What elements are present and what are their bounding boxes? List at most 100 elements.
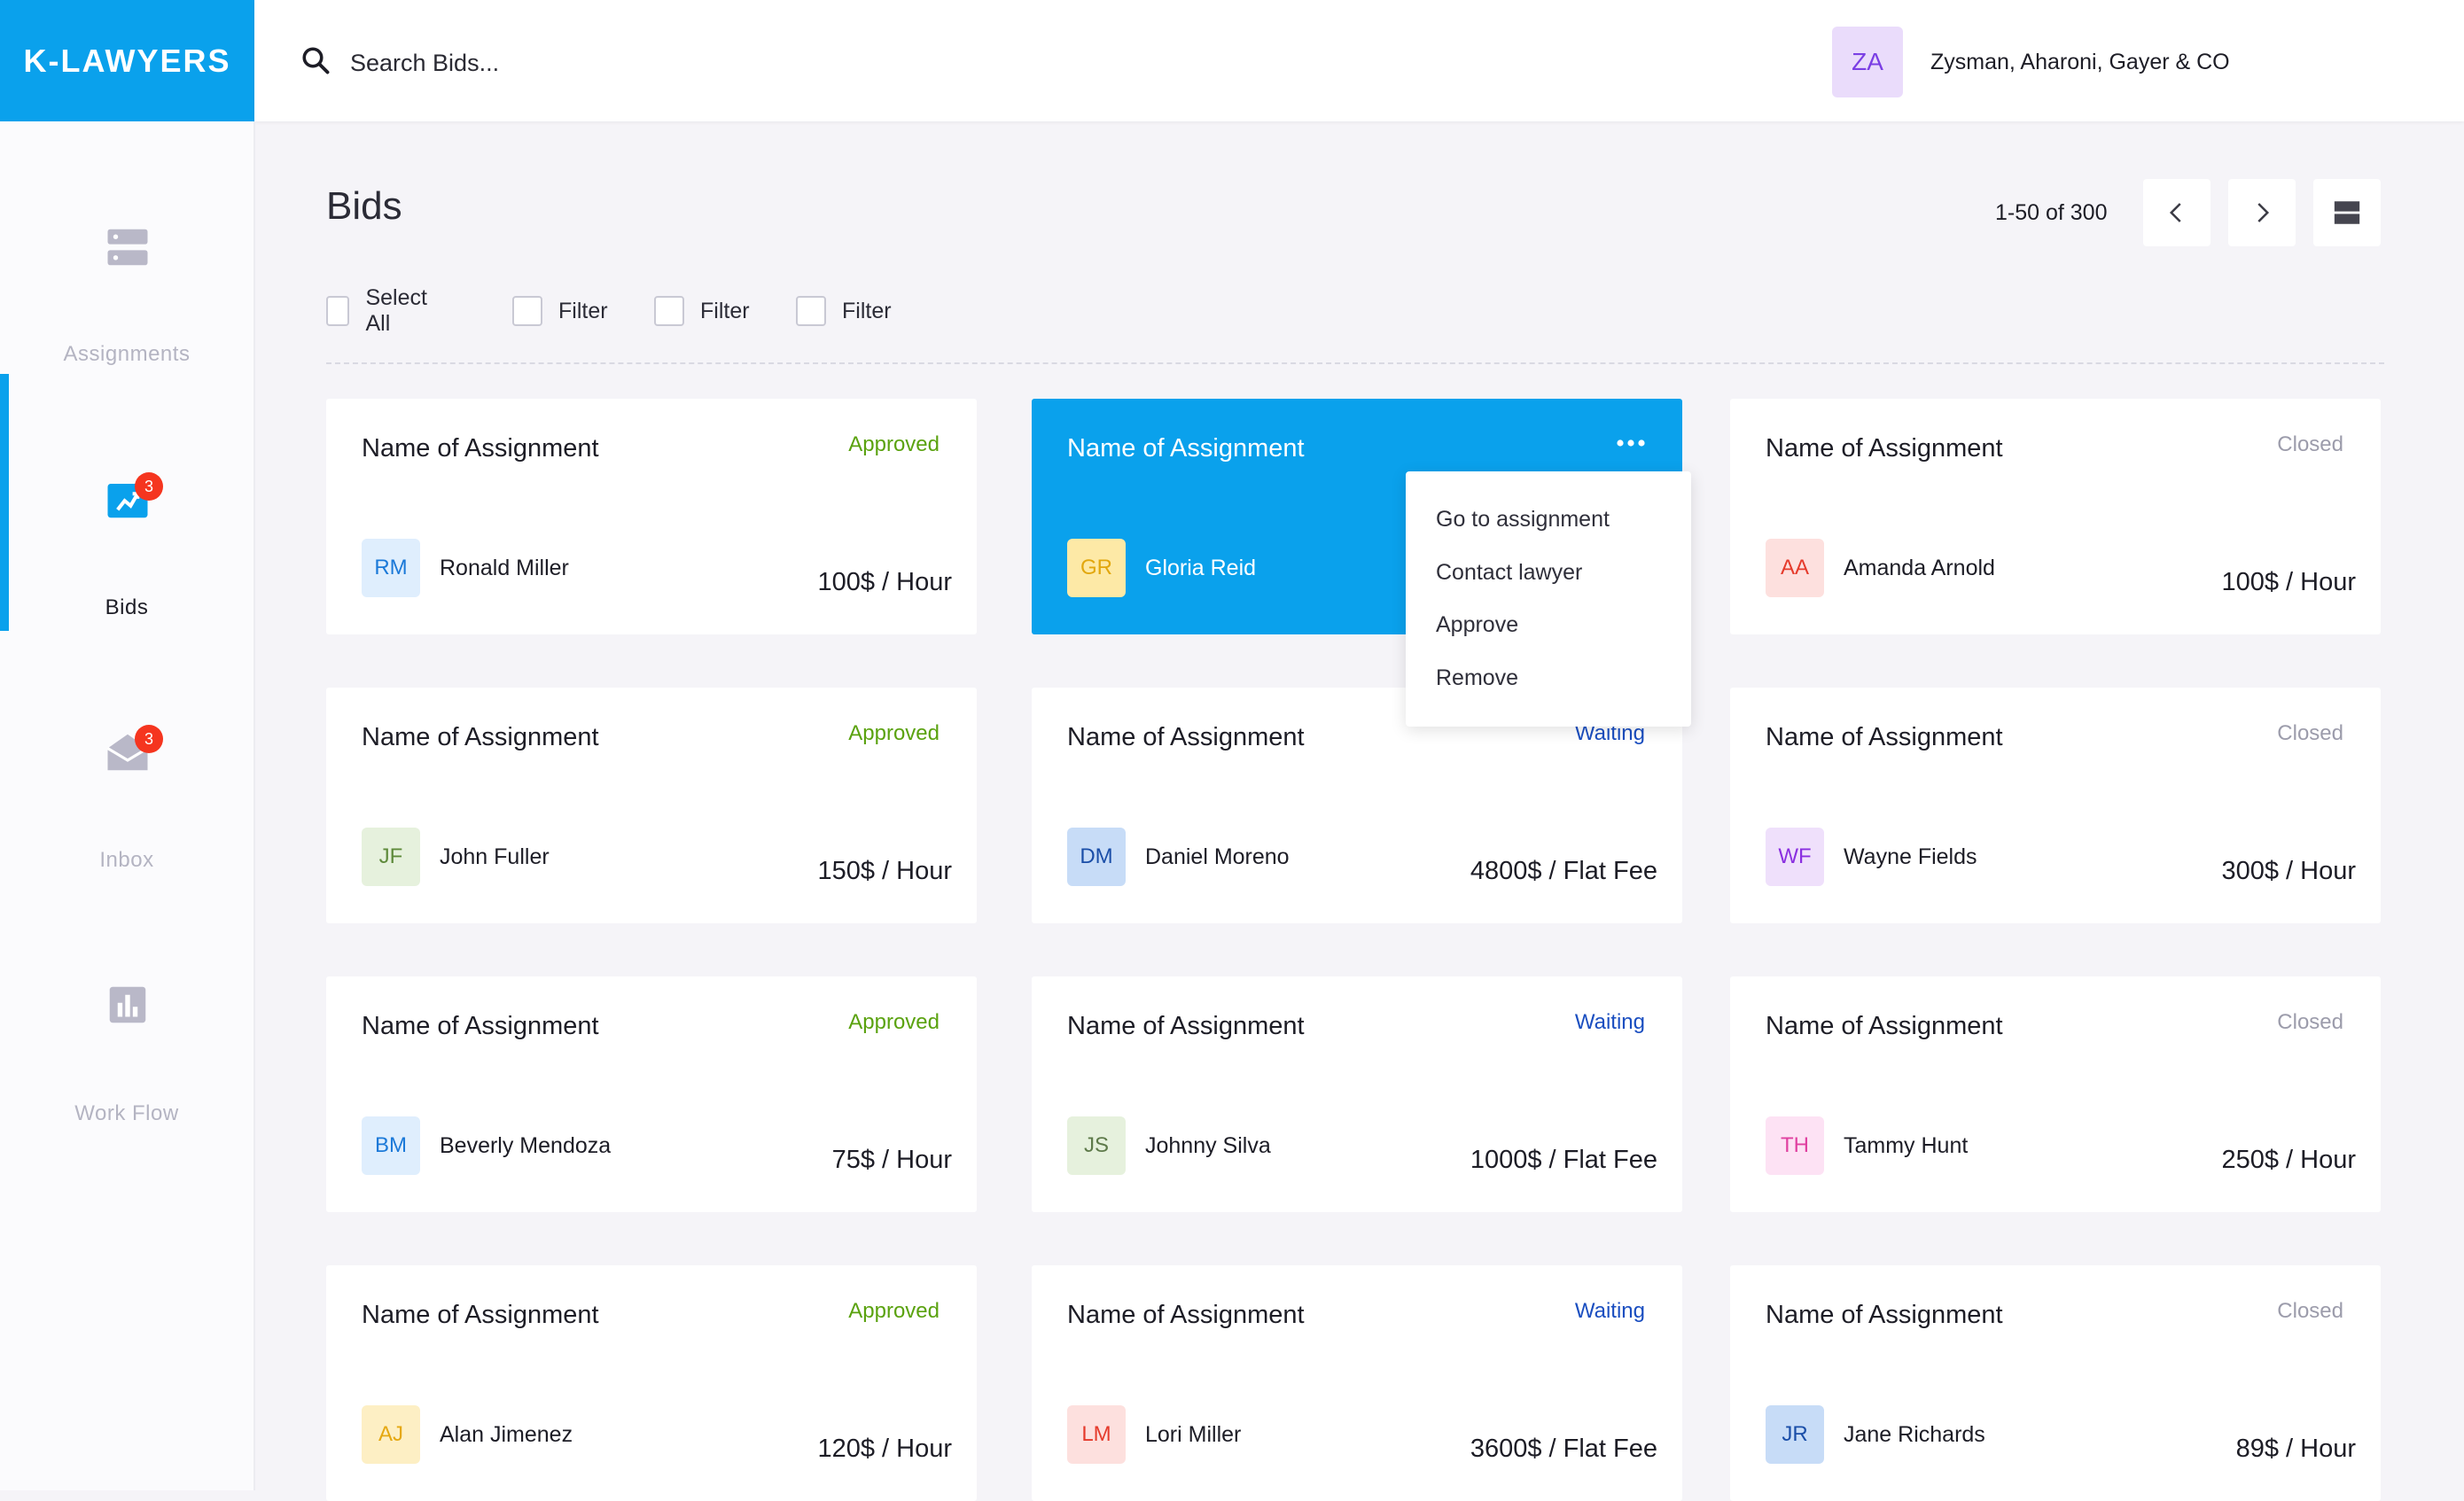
menu-item-go-to-assignment[interactable]: Go to assignment (1436, 507, 1610, 533)
sidebar: Assignments 3 Bids 3 Inbox Work Flow (0, 121, 255, 1490)
list-view-icon (2334, 201, 2360, 224)
lawyer-name[interactable]: Amanda Arnold (1844, 556, 1995, 581)
avatar: GR (1067, 539, 1126, 597)
status-badge: Approved (848, 1299, 940, 1323)
bid-card[interactable]: Name of Assignment Waiting JS Johnny Silva 1… (1032, 976, 1682, 1212)
company-avatar[interactable]: ZA (1832, 27, 1903, 97)
checkbox[interactable] (796, 296, 826, 326)
lawyer-name[interactable]: Tammy Hunt (1844, 1133, 1968, 1159)
bid-price: 100$ / Hour (817, 568, 952, 596)
bid-card[interactable]: Name of Assignment Approved BM Beverly Mend… (326, 976, 977, 1212)
filter-label: Filter (558, 298, 608, 323)
status-badge: Waiting (1574, 1010, 1645, 1034)
bid-card[interactable]: Name of Assignment Closed JR Jane Richards 8… (1730, 1265, 2381, 1501)
bid-card[interactable]: Name of Assignment Approved RM Ronald Mille… (326, 399, 977, 634)
assignment-title: Name of Assignment (1766, 723, 2003, 751)
sidebar-item-assignments[interactable]: Assignments (0, 223, 253, 480)
lawyer-name[interactable]: Ronald Miller (440, 556, 569, 581)
assignment-title: Name of Assignment (1067, 1012, 1305, 1040)
view-toggle-button[interactable] (2313, 179, 2381, 246)
filter-checkbox[interactable]: Filter (512, 292, 608, 330)
menu-item-contact-lawyer[interactable]: Contact lawyer (1436, 560, 1582, 586)
status-badge: Closed (2277, 1010, 2343, 1034)
checkbox[interactable] (326, 296, 350, 326)
avatar: LM (1067, 1405, 1126, 1464)
select-all-checkbox[interactable]: Select All (326, 285, 433, 336)
status-badge: Closed (2277, 1299, 2343, 1323)
lawyer-name[interactable]: Johnny Silva (1145, 1133, 1271, 1159)
search-icon[interactable] (300, 44, 331, 76)
bid-card[interactable]: Name of Assignment Closed AA Amanda Arnold 1… (1730, 399, 2381, 634)
bid-price: 4800$ / Flat Fee (1470, 857, 1657, 885)
status-badge: Approved (848, 1010, 940, 1034)
sidebar-item-work-flow[interactable]: Work Flow (0, 981, 253, 1238)
assignment-title: Name of Assignment (1766, 434, 2003, 463)
bid-price: 150$ / Hour (817, 857, 952, 885)
page-title: Bids (326, 184, 402, 228)
sidebar-item-bids[interactable]: 3 Bids (0, 472, 253, 733)
avatar: JF (362, 828, 420, 886)
status-badge: Closed (2277, 432, 2343, 456)
avatar: JR (1766, 1405, 1824, 1464)
sidebar-item-inbox[interactable]: 3 Inbox (0, 725, 253, 985)
assignment-title: Name of Assignment (1766, 1301, 2003, 1329)
checkbox[interactable] (512, 296, 542, 326)
lawyer-name[interactable]: Gloria Reid (1145, 556, 1256, 581)
filter-label: Filter (842, 298, 892, 323)
lawyer-name[interactable]: Daniel Moreno (1145, 844, 1290, 870)
assignment-title: Name of Assignment (1067, 723, 1305, 751)
lawyer-name[interactable]: Beverly Mendoza (440, 1133, 611, 1159)
lawyer-name[interactable]: Wayne Fields (1844, 844, 1977, 870)
menu-item-remove[interactable]: Remove (1436, 665, 1518, 691)
bid-price: 250$ / Hour (2221, 1146, 2356, 1174)
bid-card[interactable]: Name of Assignment Closed WF Wayne Fields 30… (1730, 688, 2381, 923)
filter-checkbox[interactable]: Filter (796, 292, 892, 330)
server-icon (107, 229, 148, 266)
lawyer-name[interactable]: Alan Jimenez (440, 1422, 573, 1448)
assignment-title: Name of Assignment (1067, 434, 1305, 463)
avatar: JS (1067, 1116, 1126, 1175)
prev-page-button[interactable] (2143, 179, 2211, 246)
avatar: AA (1766, 539, 1824, 597)
pagination-label: 1-50 of 300 (1995, 200, 2108, 225)
chevron-left-icon (2169, 203, 2181, 222)
bid-card[interactable]: Name of Assignment Waiting LM Lori Miller 36… (1032, 1265, 1682, 1501)
bid-price: 75$ / Hour (831, 1146, 952, 1174)
more-options-icon[interactable] (1615, 438, 1647, 448)
lawyer-name[interactable]: John Fuller (440, 844, 550, 870)
assignment-title: Name of Assignment (1766, 1012, 2003, 1040)
status-badge: Approved (848, 721, 940, 745)
search-input[interactable] (348, 40, 972, 86)
avatar: RM (362, 539, 420, 597)
avatar: TH (1766, 1116, 1824, 1175)
avatar: AJ (362, 1405, 420, 1464)
status-badge: Waiting (1574, 1299, 1645, 1323)
checkbox[interactable] (654, 296, 684, 326)
sidebar-item-label: Bids (105, 595, 149, 619)
filter-label: Select All (365, 285, 427, 336)
assignment-title: Name of Assignment (362, 1012, 599, 1040)
divider (326, 362, 2384, 364)
filter-label: Filter (700, 298, 750, 323)
bid-price: 100$ / Hour (2221, 568, 2356, 596)
notification-badge: 3 (135, 472, 163, 501)
lawyer-name[interactable]: Jane Richards (1844, 1422, 1985, 1448)
bid-card[interactable]: Name of Assignment Closed TH Tammy Hunt 250$… (1730, 976, 2381, 1212)
sidebar-item-label: Inbox (99, 848, 154, 872)
next-page-button[interactable] (2228, 179, 2296, 246)
bid-card[interactable]: Name of Assignment Approved JF John Fuller 1… (326, 688, 977, 923)
bid-card[interactable]: Name of Assignment Approved AJ Alan Jimenez… (326, 1265, 977, 1501)
lawyer-name[interactable]: Lori Miller (1145, 1422, 1241, 1448)
assignment-title: Name of Assignment (362, 1301, 599, 1329)
avatar: DM (1067, 828, 1126, 886)
bid-price: 1000$ / Flat Fee (1470, 1146, 1657, 1174)
assignment-title: Name of Assignment (362, 723, 599, 751)
sidebar-item-label: Assignments (63, 342, 191, 366)
filter-checkbox[interactable]: Filter (654, 292, 750, 330)
chevron-right-icon (2257, 203, 2270, 222)
menu-item-approve[interactable]: Approve (1436, 612, 1518, 638)
status-badge: Approved (848, 432, 940, 456)
bid-price: 300$ / Hour (2221, 857, 2356, 885)
company-name[interactable]: Zysman, Aharoni, Gayer & CO (1930, 50, 2230, 75)
app-logo[interactable]: K-LAWYERS (0, 0, 254, 121)
